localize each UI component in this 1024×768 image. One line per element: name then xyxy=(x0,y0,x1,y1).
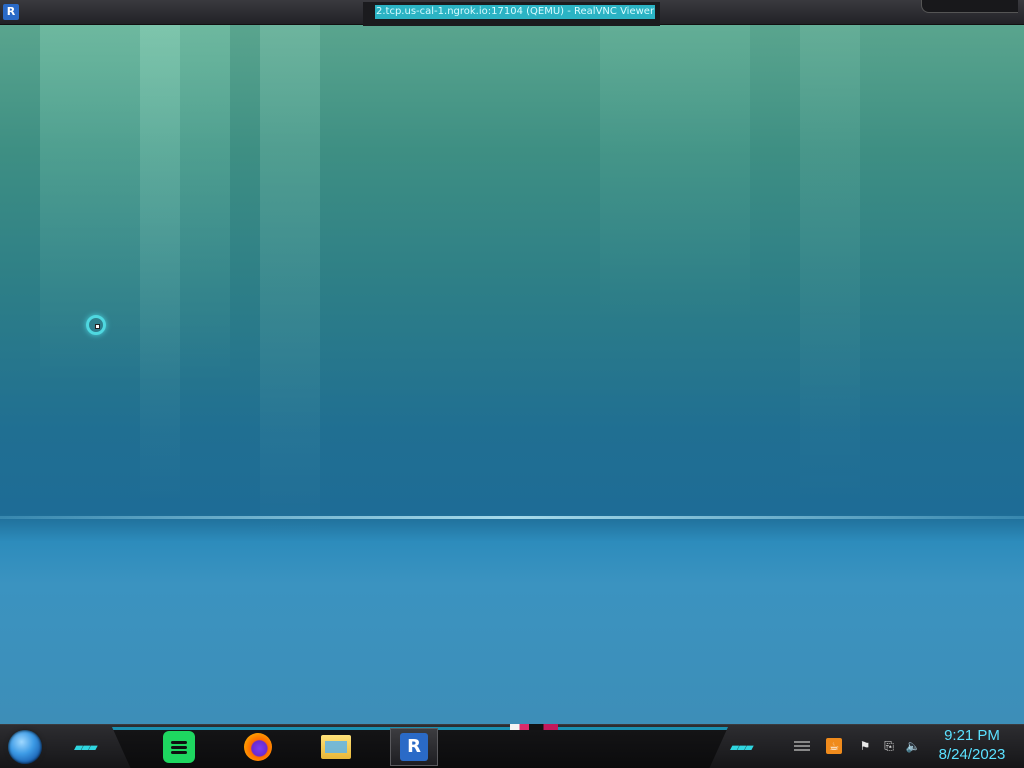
window-preview-strip xyxy=(510,724,558,730)
clock-time: 9:21 PM xyxy=(944,727,1000,744)
network-icon[interactable]: ⎘ xyxy=(881,738,897,754)
firefox-taskbar-button[interactable] xyxy=(242,731,274,763)
vnc-title-bar[interactable]: R 2.tcp.us-cal-1.ngrok.io:17104 (QEMU) -… xyxy=(0,0,1024,26)
folder-icon xyxy=(321,735,351,759)
file-explorer-taskbar-button[interactable] xyxy=(320,731,352,763)
light-ray xyxy=(600,24,750,324)
window-title: 2.tcp.us-cal-1.ngrok.io:17104 (QEMU) - R… xyxy=(375,5,656,19)
taskbar-decoration-right: ▰▰▰ xyxy=(730,740,754,754)
firefox-icon xyxy=(244,733,272,761)
volume-icon[interactable]: 🔈 xyxy=(905,738,921,754)
realvnc-taskbar-button[interactable]: R xyxy=(390,728,438,766)
realvnc-icon: R xyxy=(400,733,428,761)
cursor-hotspot xyxy=(95,324,100,329)
horizon-line xyxy=(0,516,1024,519)
busy-cursor-icon xyxy=(86,315,106,335)
light-ray xyxy=(260,24,320,544)
light-ray xyxy=(140,24,180,504)
taskbar-decoration-left: ▰▰▰ xyxy=(74,740,98,754)
window-controls[interactable] xyxy=(921,0,1018,13)
realvnc-icon[interactable]: R xyxy=(3,4,19,20)
spotify-icon xyxy=(171,739,187,756)
taskbar-clock[interactable]: 9:21 PM 8/24/2023 xyxy=(932,727,1012,765)
start-button[interactable] xyxy=(8,730,42,764)
clock-date: 8/24/2023 xyxy=(938,746,1006,763)
java-icon[interactable]: ☕ xyxy=(826,738,842,754)
action-center-flag-icon[interactable]: ⚑ xyxy=(857,738,873,754)
desktop-wallpaper[interactable] xyxy=(0,24,1024,724)
spotify-taskbar-button[interactable] xyxy=(163,731,195,763)
light-ray xyxy=(800,24,860,504)
show-hidden-icon[interactable] xyxy=(794,738,810,754)
light-ray xyxy=(40,24,230,384)
